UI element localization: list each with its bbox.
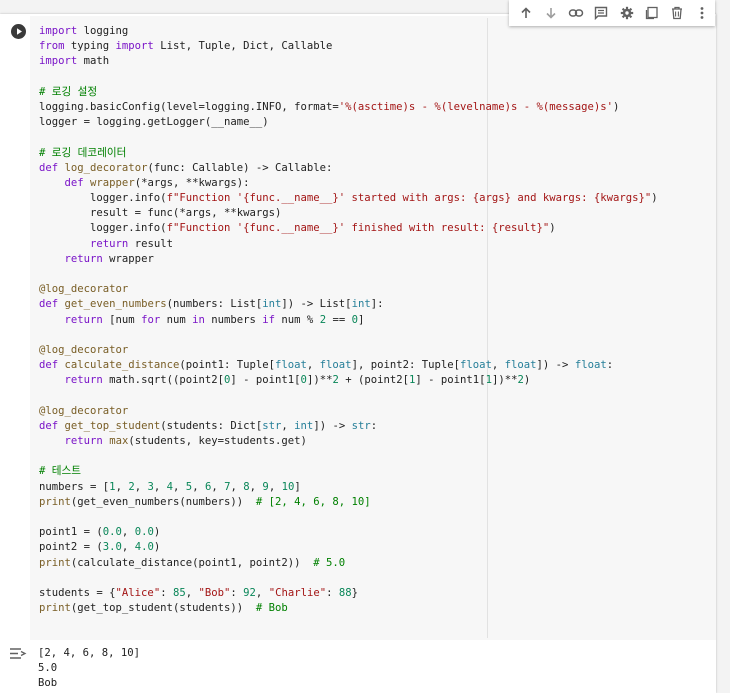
code-line: from typing import List, Tuple, Dict, Ca… [39,40,333,53]
code-line: logger.info(f"Function '{func.__name__}'… [39,222,556,235]
play-icon [17,28,22,35]
code-line: point1 = (0.0, 0.0) [39,526,161,539]
code-line: point2 = (3.0, 4.0) [39,541,161,554]
code-line: ​ [39,389,658,404]
code-line: numbers = [1, 2, 3, 4, 5, 6, 7, 8, 9, 10… [39,480,301,493]
more-vert-icon [700,7,704,19]
code-line: ​ [39,267,658,282]
arrow-up-icon [521,7,531,18]
cell-toolbar [509,0,715,26]
code-line: ​ [39,328,658,343]
code-line: ​ [39,571,658,586]
mirror-cell-icon [645,6,658,20]
add-comment-button[interactable] [589,0,614,26]
code-line: import logging [39,25,129,37]
delete-cell-button[interactable] [665,0,690,26]
output-actions-button[interactable] [9,646,27,662]
code-line: ​ [39,510,658,525]
code-line: import math [39,55,110,68]
code-line: result = func(*args, **kwargs) [39,207,282,220]
move-cell-up-button[interactable] [513,0,538,26]
code-line: def get_top_student(students: Dict[str, … [39,419,378,432]
code-line: print(get_even_numbers(numbers)) # [2, 4… [39,495,371,508]
output-menu-icon [10,648,27,659]
arrow-down-icon [546,8,556,19]
link-icon [568,9,584,17]
code-line: @log_decorator [39,404,129,417]
code-line: def calculate_distance(point1: Tuple[flo… [39,359,614,372]
code-line: # 로깅 데코레이터 [39,146,127,159]
code-line: logger.info(f"Function '{func.__name__}'… [39,192,658,205]
code-line: def get_even_numbers(numbers: List[int])… [39,298,384,311]
comment-icon [595,6,608,20]
code-line: return max(students, key=students.get) [64,435,307,448]
code-line: logging.basicConfig(level=logging.INFO, … [39,100,620,113]
code-line: logger = logging.getLogger(__name__) [39,116,269,129]
code-line: def wrapper(*args, **kwargs): [64,176,250,189]
code-line: @log_decorator [39,343,129,356]
move-cell-down-button[interactable] [538,0,563,26]
code-line: def log_decorator(func: Callable) -> Cal… [39,161,333,174]
more-options-button[interactable] [690,0,715,26]
code-line: print(calculate_distance(point1, point2)… [39,556,346,569]
cell-settings-button[interactable] [614,0,639,26]
gear-icon [620,6,633,20]
code-line: return result [90,237,173,250]
code-line: return [num for num in numbers if num % … [64,313,365,326]
output-line: Bob [38,677,58,689]
code-line: @log_decorator [39,283,129,296]
run-cell-button[interactable] [11,24,26,39]
trash-icon [672,6,683,20]
code-line: return wrapper [64,252,154,265]
code-line: ​ [39,449,658,464]
cell-output: [2, 4, 6, 8, 10] 5.0 Bob [38,646,140,691]
code-text[interactable]: import logging from typing import List, T… [39,24,658,616]
code-line: ​ [39,130,658,145]
output-line: [2, 4, 6, 8, 10] [38,647,141,659]
code-line: print(get_top_student(students)) # Bob [39,602,288,615]
code-line: return math.sqrt((point2[0] - point1[0])… [64,374,531,387]
code-line: # 테스트 [39,465,81,478]
code-line: ​ [39,70,658,85]
output-line: 5.0 [38,662,58,674]
code-line: students = {"Alice": 85, "Bob": 92, "Cha… [39,586,359,599]
code-line: # 로깅 설정 [39,85,98,98]
mirror-cell-button[interactable] [639,0,664,26]
copy-link-button[interactable] [564,0,589,26]
